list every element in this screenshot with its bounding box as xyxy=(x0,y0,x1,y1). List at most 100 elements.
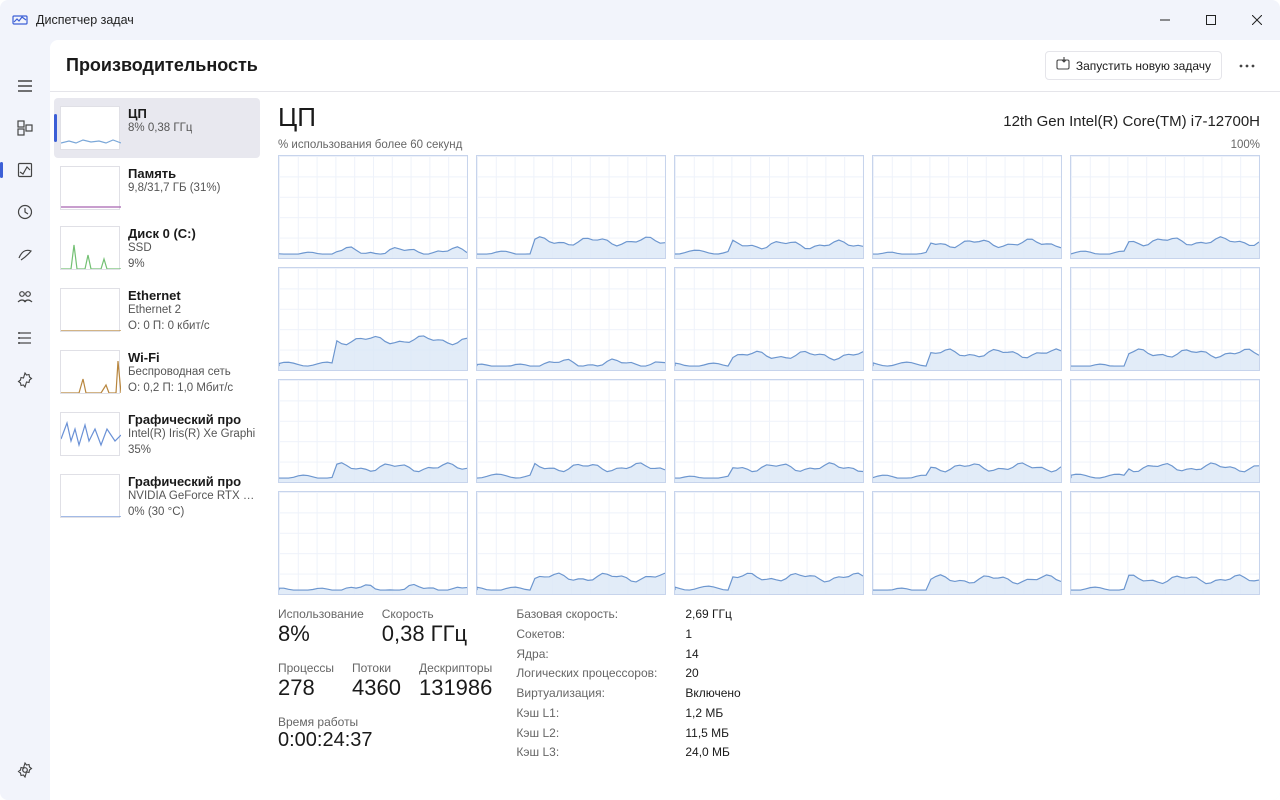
perf-item-name: Wi-Fi xyxy=(128,350,233,365)
perf-item-name: Память xyxy=(128,166,220,181)
perf-item-line: Ethernet 2 xyxy=(128,303,210,319)
run-new-task-button[interactable]: Запустить новую задачу xyxy=(1045,51,1222,80)
performance-list: ЦП 8% 0,38 ГГц Память 9,8/31,7 ГБ (31%) … xyxy=(50,92,264,800)
speed-label: Скорость xyxy=(382,607,467,621)
handles-label: Дескрипторы xyxy=(419,661,492,675)
perf-item-line: NVIDIA GeForce RTX 307 xyxy=(128,489,258,505)
perf-item-line: SSD xyxy=(128,241,196,257)
perf-item-name: ЦП xyxy=(128,106,192,121)
cpu-core-chart-3 xyxy=(872,155,1062,259)
spec-key: Кэш L1: xyxy=(516,706,657,723)
run-icon xyxy=(1056,57,1070,74)
cpu-core-chart-14 xyxy=(1070,379,1260,483)
nav-details-icon[interactable] xyxy=(5,318,45,358)
perf-item-name: Ethernet xyxy=(128,288,210,303)
perf-thumb xyxy=(60,350,120,394)
app-icon xyxy=(12,11,28,30)
perf-item-6[interactable]: Графический про NVIDIA GeForce RTX 307 0… xyxy=(54,466,260,528)
cpu-core-chart-6 xyxy=(476,267,666,371)
nav-app-history-icon[interactable] xyxy=(5,192,45,232)
nav-users-icon[interactable] xyxy=(5,276,45,316)
cpu-core-chart-1 xyxy=(476,155,666,259)
handles-value: 131986 xyxy=(419,675,492,701)
cpu-core-chart-11 xyxy=(476,379,666,483)
perf-item-5[interactable]: Графический про Intel(R) Iris(R) Xe Grap… xyxy=(54,404,260,466)
cpu-core-chart-15 xyxy=(278,491,468,595)
perf-item-3[interactable]: Ethernet Ethernet 2 О: 0 П: 0 кбит/с xyxy=(54,280,260,342)
cpu-core-chart-7 xyxy=(674,267,864,371)
nav-performance-icon[interactable] xyxy=(5,150,45,190)
spec-value: 24,0 МБ xyxy=(685,745,740,762)
perf-thumb xyxy=(60,412,120,456)
cpu-core-chart-5 xyxy=(278,267,468,371)
cpu-core-chart-17 xyxy=(674,491,864,595)
spec-value: 11,5 МБ xyxy=(685,726,740,743)
perf-thumb xyxy=(60,288,120,332)
settings-button[interactable] xyxy=(5,750,45,790)
perf-item-line: 8% 0,38 ГГц xyxy=(128,121,192,137)
perf-item-name: Диск 0 (C:) xyxy=(128,226,196,241)
cpu-model-name: 12th Gen Intel(R) Core(TM) i7-12700H xyxy=(1003,113,1260,130)
spec-value: 2,69 ГГц xyxy=(685,607,740,624)
hamburger-icon[interactable] xyxy=(5,66,45,106)
cpu-core-chart-12 xyxy=(674,379,864,483)
cpu-core-chart-8 xyxy=(872,267,1062,371)
perf-item-0[interactable]: ЦП 8% 0,38 ГГц xyxy=(54,98,260,158)
app-title: Диспетчер задач xyxy=(36,13,134,27)
cpu-core-chart-16 xyxy=(476,491,666,595)
cpu-core-chart-19 xyxy=(1070,491,1260,595)
spec-key: Кэш L2: xyxy=(516,726,657,743)
spec-key: Ядра: xyxy=(516,647,657,664)
spec-value: 1 xyxy=(685,627,740,644)
cpu-core-chart-10 xyxy=(278,379,468,483)
detail-title: ЦП xyxy=(278,102,316,133)
spec-key: Логических процессоров: xyxy=(516,666,657,683)
perf-item-1[interactable]: Память 9,8/31,7 ГБ (31%) xyxy=(54,158,260,218)
cpu-core-chart-4 xyxy=(1070,155,1260,259)
perf-thumb xyxy=(60,166,120,210)
spec-key: Сокетов: xyxy=(516,627,657,644)
speed-value: 0,38 ГГц xyxy=(382,621,467,647)
threads-value: 4360 xyxy=(352,675,401,701)
spec-key: Кэш L3: xyxy=(516,745,657,762)
cpu-core-chart-18 xyxy=(872,491,1062,595)
spec-value: 20 xyxy=(685,666,740,683)
more-button[interactable] xyxy=(1230,51,1264,81)
processes-label: Процессы xyxy=(278,661,334,675)
cpu-core-chart-0 xyxy=(278,155,468,259)
nav-services-icon[interactable] xyxy=(5,360,45,400)
perf-item-name: Графический про xyxy=(128,412,255,427)
cpu-core-chart-2 xyxy=(674,155,864,259)
spec-key: Виртуализация: xyxy=(516,686,657,703)
spec-value: Включено xyxy=(685,686,740,703)
nav-startup-icon[interactable] xyxy=(5,234,45,274)
threads-label: Потоки xyxy=(352,661,401,675)
perf-item-line: Беспроводная сеть xyxy=(128,365,233,381)
uptime-label: Время работы xyxy=(278,715,492,729)
perf-item-name: Графический про xyxy=(128,474,258,489)
cpu-core-chart-13 xyxy=(872,379,1062,483)
nav-processes-icon[interactable] xyxy=(5,108,45,148)
perf-item-4[interactable]: Wi-Fi Беспроводная сеть О: 0,2 П: 1,0 Мб… xyxy=(54,342,260,404)
perf-thumb xyxy=(60,474,120,518)
uptime-value: 0:00:24:37 xyxy=(278,729,492,752)
perf-item-2[interactable]: Диск 0 (C:) SSD 9% xyxy=(54,218,260,280)
processes-value: 278 xyxy=(278,675,334,701)
run-new-task-label: Запустить новую задачу xyxy=(1076,59,1211,73)
perf-thumb xyxy=(60,226,120,270)
page-title: Производительность xyxy=(66,55,258,76)
cpu-core-chart-9 xyxy=(1070,267,1260,371)
minimize-button[interactable] xyxy=(1142,0,1188,40)
spec-value: 14 xyxy=(685,647,740,664)
perf-item-line: Intel(R) Iris(R) Xe Graphi xyxy=(128,427,255,443)
usage-value: 8% xyxy=(278,621,364,647)
spec-value: 1,2 МБ xyxy=(685,706,740,723)
cpu-spec-table: Базовая скорость: 2,69 ГГцСокетов: 1Ядра… xyxy=(516,607,740,762)
usage-label: Использование xyxy=(278,607,364,621)
maximize-button[interactable] xyxy=(1188,0,1234,40)
perf-thumb xyxy=(60,106,120,150)
close-button[interactable] xyxy=(1234,0,1280,40)
utilization-label: % использования более 60 секунд xyxy=(278,139,462,151)
cpu-core-grid xyxy=(278,155,1260,595)
scale-label: 100% xyxy=(1231,139,1260,151)
